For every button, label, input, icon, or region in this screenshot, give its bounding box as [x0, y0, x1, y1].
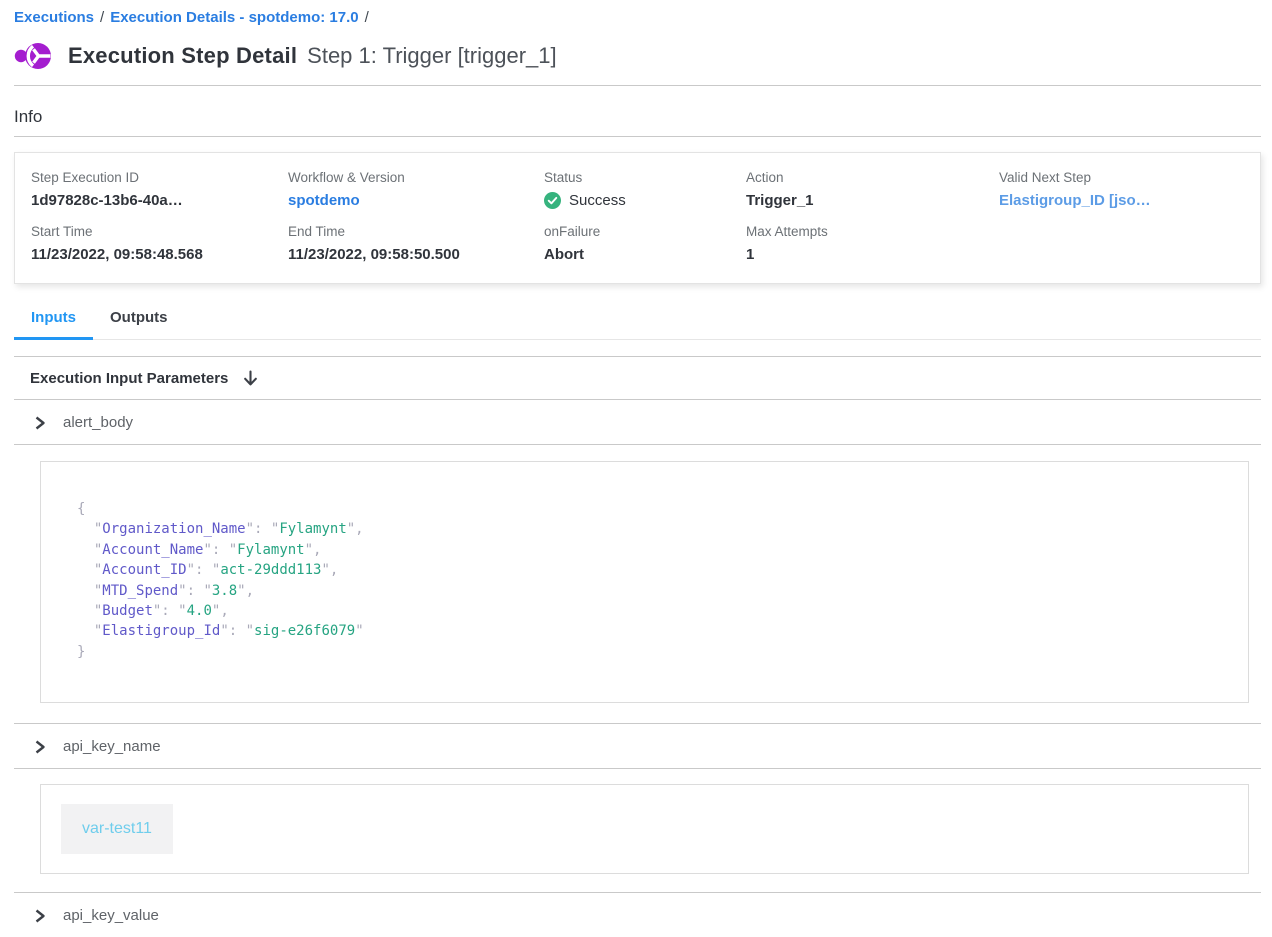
- info-card: Step Execution ID 1d97828c-13b6-40a… Wor…: [14, 152, 1261, 284]
- field-value: Trigger_1: [746, 192, 999, 209]
- breadcrumb: Executions/Execution Details - spotdemo:…: [14, 0, 1261, 26]
- breadcrumb-separator: /: [94, 9, 110, 26]
- param-name: api_key_value: [63, 907, 159, 924]
- info-field-status: Status Success: [544, 170, 746, 209]
- breadcrumb-link-executions[interactable]: Executions: [14, 9, 94, 26]
- fylamynt-logo-icon: [14, 41, 56, 71]
- field-label: Valid Next Step: [999, 170, 1244, 185]
- success-check-icon: [544, 192, 561, 209]
- section-title: Execution Input Parameters: [30, 370, 228, 387]
- param-name: api_key_name: [63, 738, 161, 755]
- tab-outputs[interactable]: Outputs: [93, 303, 185, 339]
- param-row-api-key-value[interactable]: api_key_value: [14, 893, 1261, 937]
- param-name: alert_body: [63, 414, 133, 431]
- execution-input-parameters-header: Execution Input Parameters: [14, 357, 1261, 399]
- info-field-workflow-version: Workflow & Version spotdemo: [288, 170, 544, 209]
- page: Executions/Execution Details - spotdemo:…: [0, 0, 1272, 937]
- status-badge: Success: [544, 192, 746, 209]
- info-field-step-execution-id: Step Execution ID 1d97828c-13b6-40a…: [31, 170, 288, 209]
- field-label: Workflow & Version: [288, 170, 544, 185]
- info-field-onfailure: onFailure Abort: [544, 224, 746, 263]
- field-label: Action: [746, 170, 999, 185]
- api-key-name-chip: var-test11: [61, 804, 173, 854]
- divider: [14, 444, 1261, 445]
- chevron-right-icon: [34, 909, 46, 923]
- json-code: { "Organization_Name": "Fylamynt", "Acco…: [77, 499, 1228, 662]
- chevron-right-icon: [34, 740, 46, 754]
- field-label: onFailure: [544, 224, 746, 239]
- info-field-valid-next-step: Valid Next Step Elastigroup_ID [jso…: [999, 170, 1244, 209]
- info-field-start-time: Start Time 11/23/2022, 09:58:48.568: [31, 224, 288, 263]
- field-value: 11/23/2022, 09:58:48.568: [31, 246, 288, 263]
- page-header: Execution Step Detail Step 1: Trigger [t…: [14, 41, 1261, 71]
- tab-bar: Inputs Outputs: [14, 303, 1261, 340]
- workflow-link[interactable]: spotdemo: [288, 192, 544, 209]
- field-value: 1d97828c-13b6-40a…: [31, 192, 288, 209]
- field-label: Start Time: [31, 224, 288, 239]
- divider: [14, 85, 1261, 86]
- info-field-end-time: End Time 11/23/2022, 09:58:50.500: [288, 224, 544, 263]
- divider: [14, 768, 1261, 769]
- api-key-name-value-box: var-test11: [40, 784, 1249, 874]
- status-text: Success: [569, 192, 626, 209]
- field-label: End Time: [288, 224, 544, 239]
- info-field-empty: [999, 224, 1244, 263]
- divider: [14, 136, 1261, 137]
- info-grid: Step Execution ID 1d97828c-13b6-40a… Wor…: [31, 170, 1244, 263]
- param-row-api-key-name[interactable]: api_key_name: [14, 724, 1261, 768]
- field-value: 11/23/2022, 09:58:50.500: [288, 246, 544, 263]
- arrow-down-icon[interactable]: [243, 370, 258, 387]
- tab-inputs[interactable]: Inputs: [14, 303, 93, 340]
- field-value: 1: [746, 246, 999, 263]
- breadcrumb-separator: /: [359, 9, 375, 26]
- info-field-max-attempts: Max Attempts 1: [746, 224, 999, 263]
- page-subtitle: Step 1: Trigger [trigger_1]: [307, 43, 556, 69]
- chevron-right-icon: [34, 416, 46, 430]
- info-heading: Info: [14, 107, 1261, 127]
- breadcrumb-link-execution-details[interactable]: Execution Details - spotdemo: 17.0: [110, 9, 358, 26]
- field-value: Abort: [544, 246, 746, 263]
- field-label: Status: [544, 170, 746, 185]
- info-field-action: Action Trigger_1: [746, 170, 999, 209]
- field-label: Step Execution ID: [31, 170, 288, 185]
- page-title: Execution Step Detail: [68, 43, 297, 69]
- next-step-link[interactable]: Elastigroup_ID [jso…: [999, 192, 1244, 209]
- param-row-alert-body[interactable]: alert_body: [14, 400, 1261, 444]
- alert-body-json-box: { "Organization_Name": "Fylamynt", "Acco…: [40, 461, 1249, 703]
- field-label: Max Attempts: [746, 224, 999, 239]
